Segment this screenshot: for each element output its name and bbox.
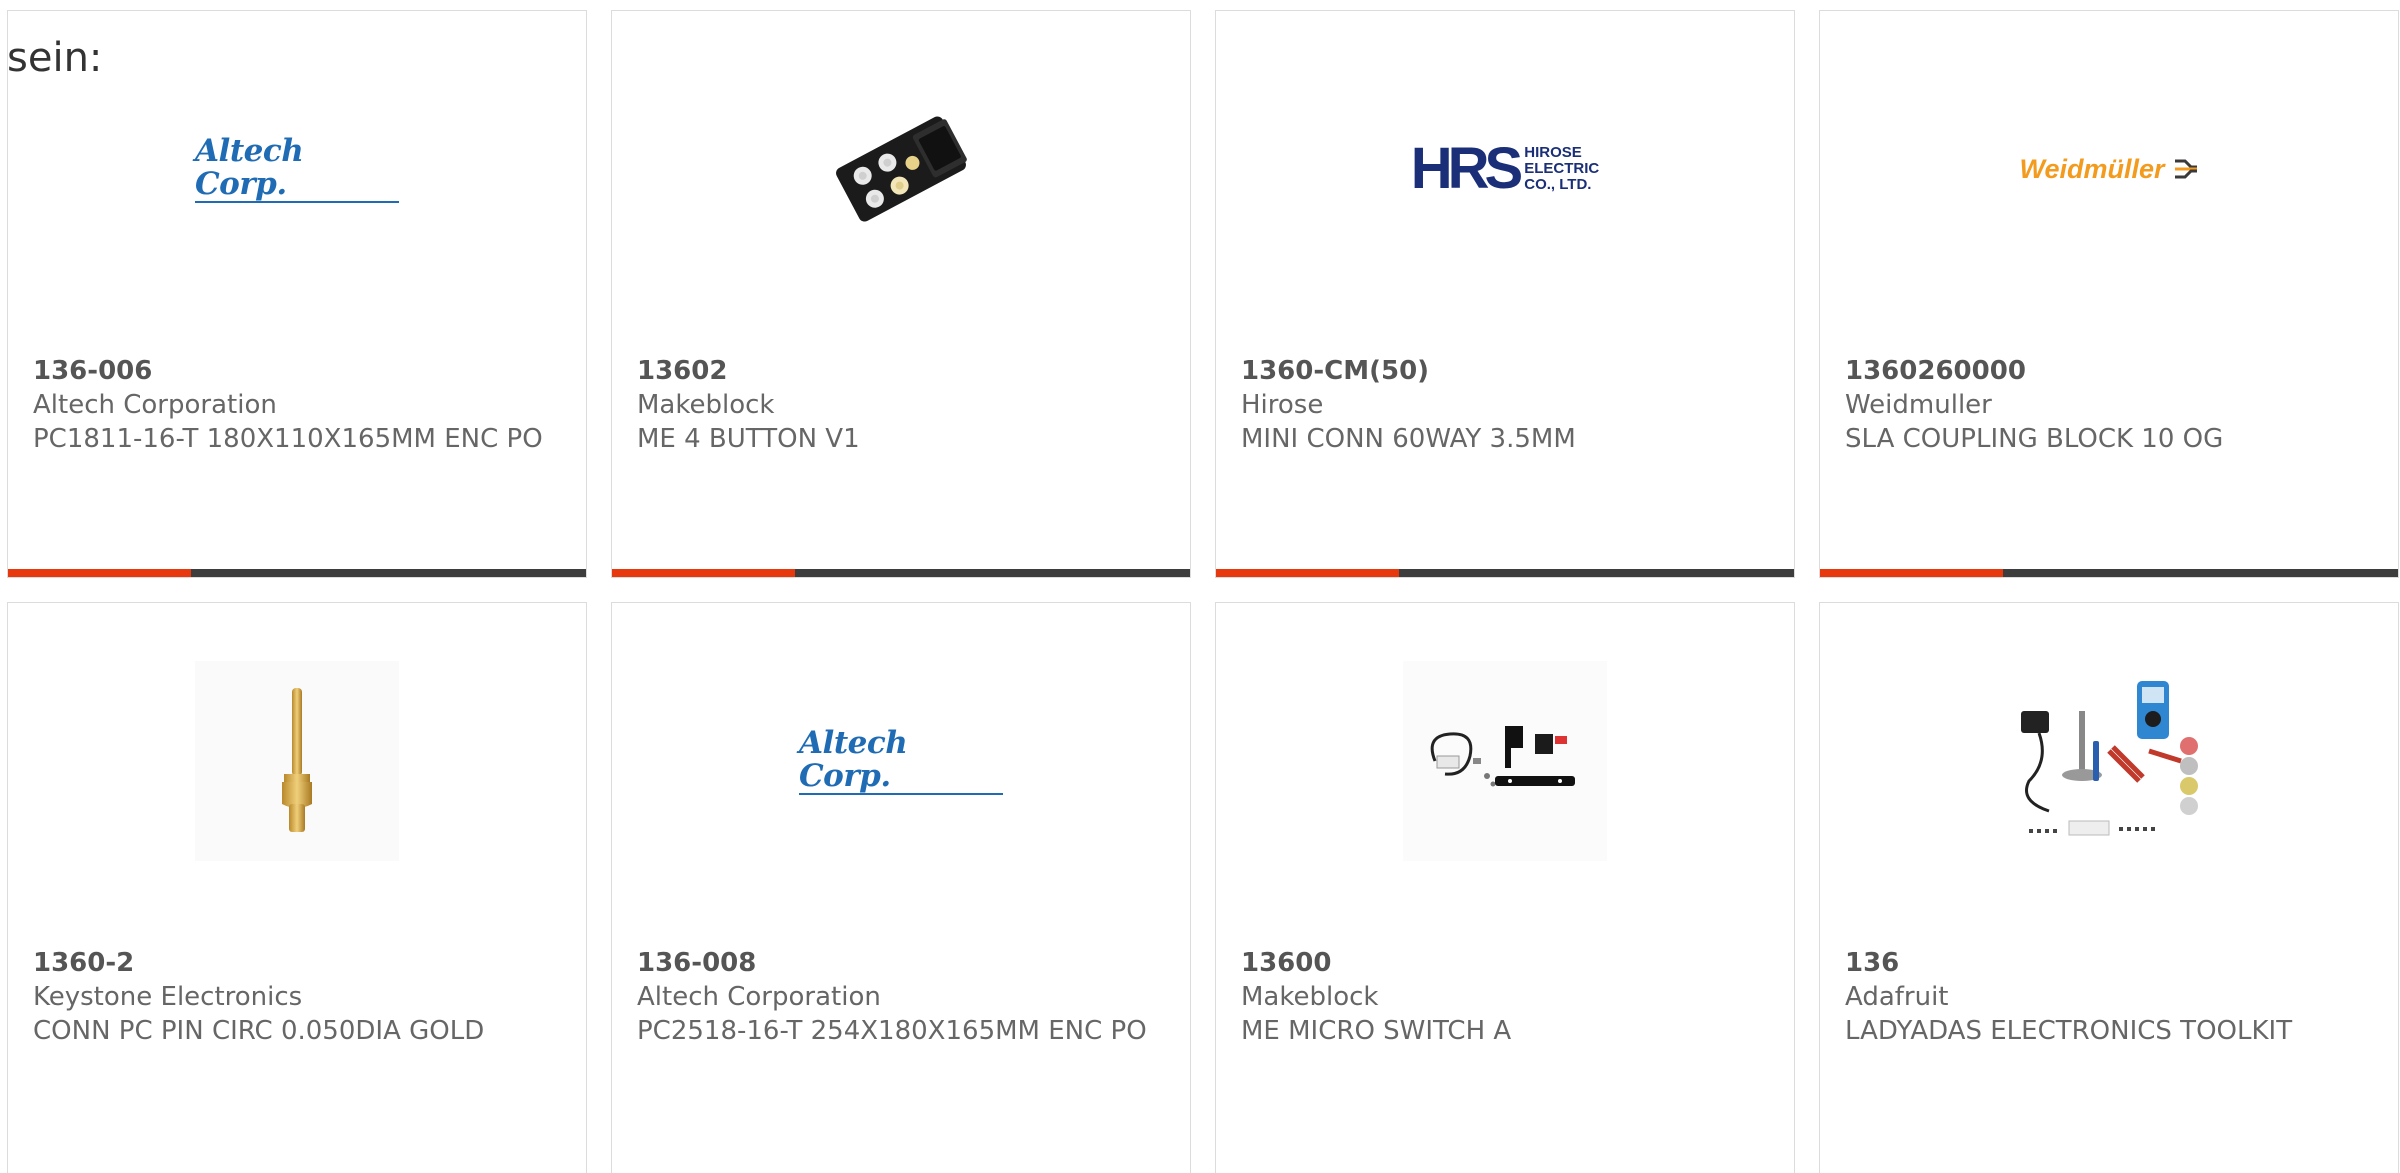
- part-number[interactable]: 136: [1845, 946, 2378, 980]
- hirose-logo-image: HRS HIROSE ELECTRIC CO., LTD.: [1403, 69, 1607, 269]
- product-card[interactable]: HRS HIROSE ELECTRIC CO., LTD. 1360-CM(50…: [1215, 10, 1795, 578]
- card-accent-bar: [1216, 569, 1794, 577]
- product-card[interactable]: 136 Adafruit LADYADAS ELECTRONICS TOOLKI…: [1819, 602, 2399, 1173]
- part-number[interactable]: 13602: [637, 354, 1170, 388]
- description: LADYADAS ELECTRONICS TOOLKIT: [1845, 1016, 2293, 1046]
- weidmuller-symbol-icon: [2174, 159, 2197, 179]
- description: MINI CONN 60WAY 3.5MM: [1241, 424, 1576, 454]
- altech-logo-image: Altech Corp.: [195, 69, 399, 269]
- card-accent-bar: [8, 569, 586, 577]
- manufacturer: Keystone Electronics: [33, 982, 303, 1012]
- manufacturer: Hirose: [1241, 390, 1324, 420]
- hirose-logo-line: CO., LTD.: [1524, 176, 1592, 193]
- manufacturer: Altech Corporation: [637, 982, 881, 1012]
- hirose-logo-line: ELECTRIC: [1524, 160, 1600, 177]
- description: CONN PC PIN CIRC 0.050DIA GOLD: [33, 1016, 485, 1046]
- button-module-photo: [799, 69, 1003, 269]
- part-number[interactable]: 1360260000: [1845, 354, 2378, 388]
- altech-logo-text: Altech Corp.: [195, 135, 399, 203]
- part-number[interactable]: 136-006: [33, 354, 566, 388]
- product-card[interactable]: 13602 Makeblock ME 4 BUTTON V1: [611, 10, 1191, 578]
- product-grid: Altech Corp. 136-006 Altech Corporation …: [7, 10, 2400, 1173]
- manufacturer: Makeblock: [1241, 982, 1379, 1012]
- product-card[interactable]: Altech Corp. 136-008 Altech Corporation …: [611, 602, 1191, 1173]
- toolkit-photo: [2007, 661, 2211, 861]
- product-card[interactable]: Altech Corp. 136-006 Altech Corporation …: [7, 10, 587, 578]
- manufacturer: Altech Corporation: [33, 390, 277, 420]
- description: ME 4 BUTTON V1: [637, 424, 860, 454]
- part-number[interactable]: 1360-CM(50): [1241, 354, 1774, 388]
- intro-text: sein:: [7, 35, 103, 81]
- part-number[interactable]: 1360-2: [33, 946, 566, 980]
- manufacturer: Makeblock: [637, 390, 775, 420]
- weidmuller-logo-image: Weidmüller: [2007, 69, 2211, 269]
- hirose-logo-mark: HRS: [1410, 136, 1523, 201]
- card-accent-bar: [1820, 569, 2398, 577]
- altech-logo-text: Altech Corp.: [799, 727, 1003, 795]
- altech-logo-image: Altech Corp.: [799, 661, 1003, 861]
- pc-pin-photo: [195, 661, 399, 861]
- hirose-logo-line: HIROSE: [1524, 144, 1582, 161]
- description: PC2518-16-T 254X180X165MM ENC PO: [637, 1016, 1147, 1046]
- description: ME MICRO SWITCH A: [1241, 1016, 1512, 1046]
- weidmuller-logo-text: Weidmüller: [2019, 153, 2165, 184]
- product-card[interactable]: 13600 Makeblock ME MICRO SWITCH A: [1215, 602, 1795, 1173]
- manufacturer: Adafruit: [1845, 982, 1949, 1012]
- card-accent-bar: [612, 569, 1190, 577]
- description: PC1811-16-T 180X110X165MM ENC PO: [33, 424, 543, 454]
- description: SLA COUPLING BLOCK 10 OG: [1845, 424, 2224, 454]
- product-card[interactable]: Weidmüller 1360260000 Weidmuller SLA COU…: [1819, 10, 2399, 578]
- part-number[interactable]: 13600: [1241, 946, 1774, 980]
- micro-switch-photo: [1403, 661, 1607, 861]
- product-card[interactable]: 1360-2 Keystone Electronics CONN PC PIN …: [7, 602, 587, 1173]
- part-number[interactable]: 136-008: [637, 946, 1170, 980]
- manufacturer: Weidmuller: [1845, 390, 1992, 420]
